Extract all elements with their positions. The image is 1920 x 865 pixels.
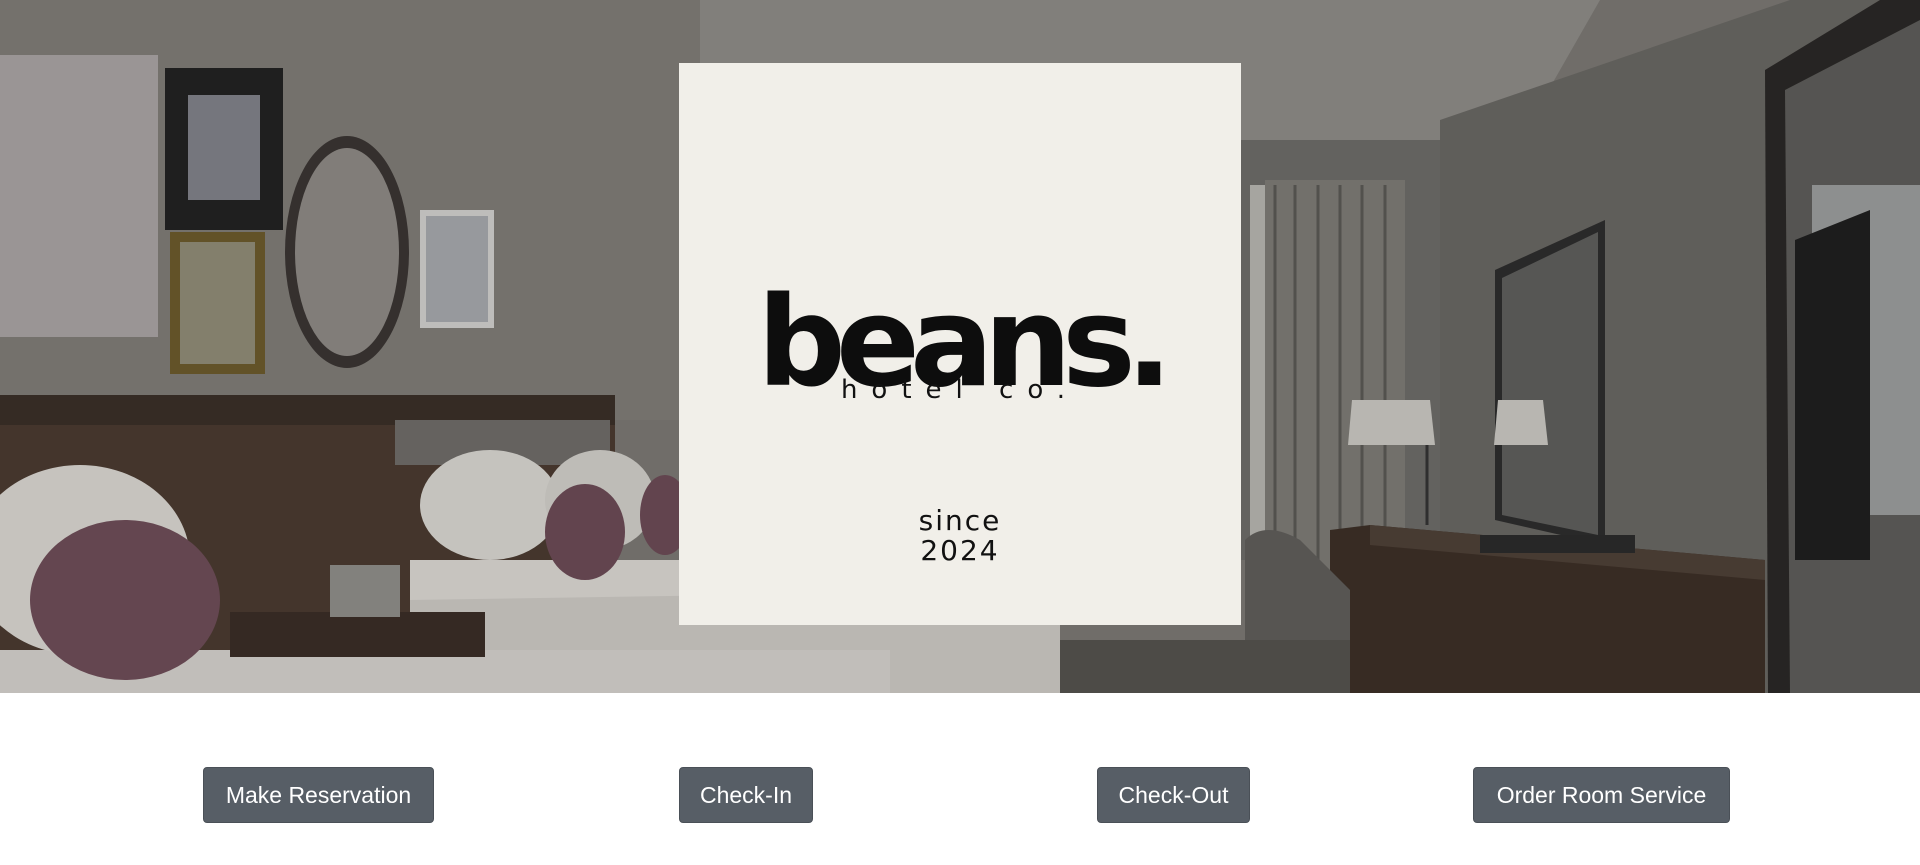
make-reservation-button[interactable]: Make Reservation bbox=[203, 767, 434, 823]
check-in-button[interactable]: Check-In bbox=[679, 767, 813, 823]
check-out-button[interactable]: Check-Out bbox=[1097, 767, 1250, 823]
since-label: since bbox=[918, 504, 1002, 537]
action-bar: Make Reservation Check-In Check-Out Orde… bbox=[0, 767, 1920, 823]
hero-banner: beans. hotel co. since 2024 bbox=[0, 0, 1920, 693]
order-room-service-button[interactable]: Order Room Service bbox=[1473, 767, 1730, 823]
logo-since: since 2024 bbox=[679, 506, 1241, 566]
logo-tagline: hotel co. bbox=[840, 375, 1080, 405]
hotel-logo-card: beans. hotel co. since 2024 bbox=[679, 63, 1241, 625]
since-year: 2024 bbox=[920, 534, 1000, 567]
